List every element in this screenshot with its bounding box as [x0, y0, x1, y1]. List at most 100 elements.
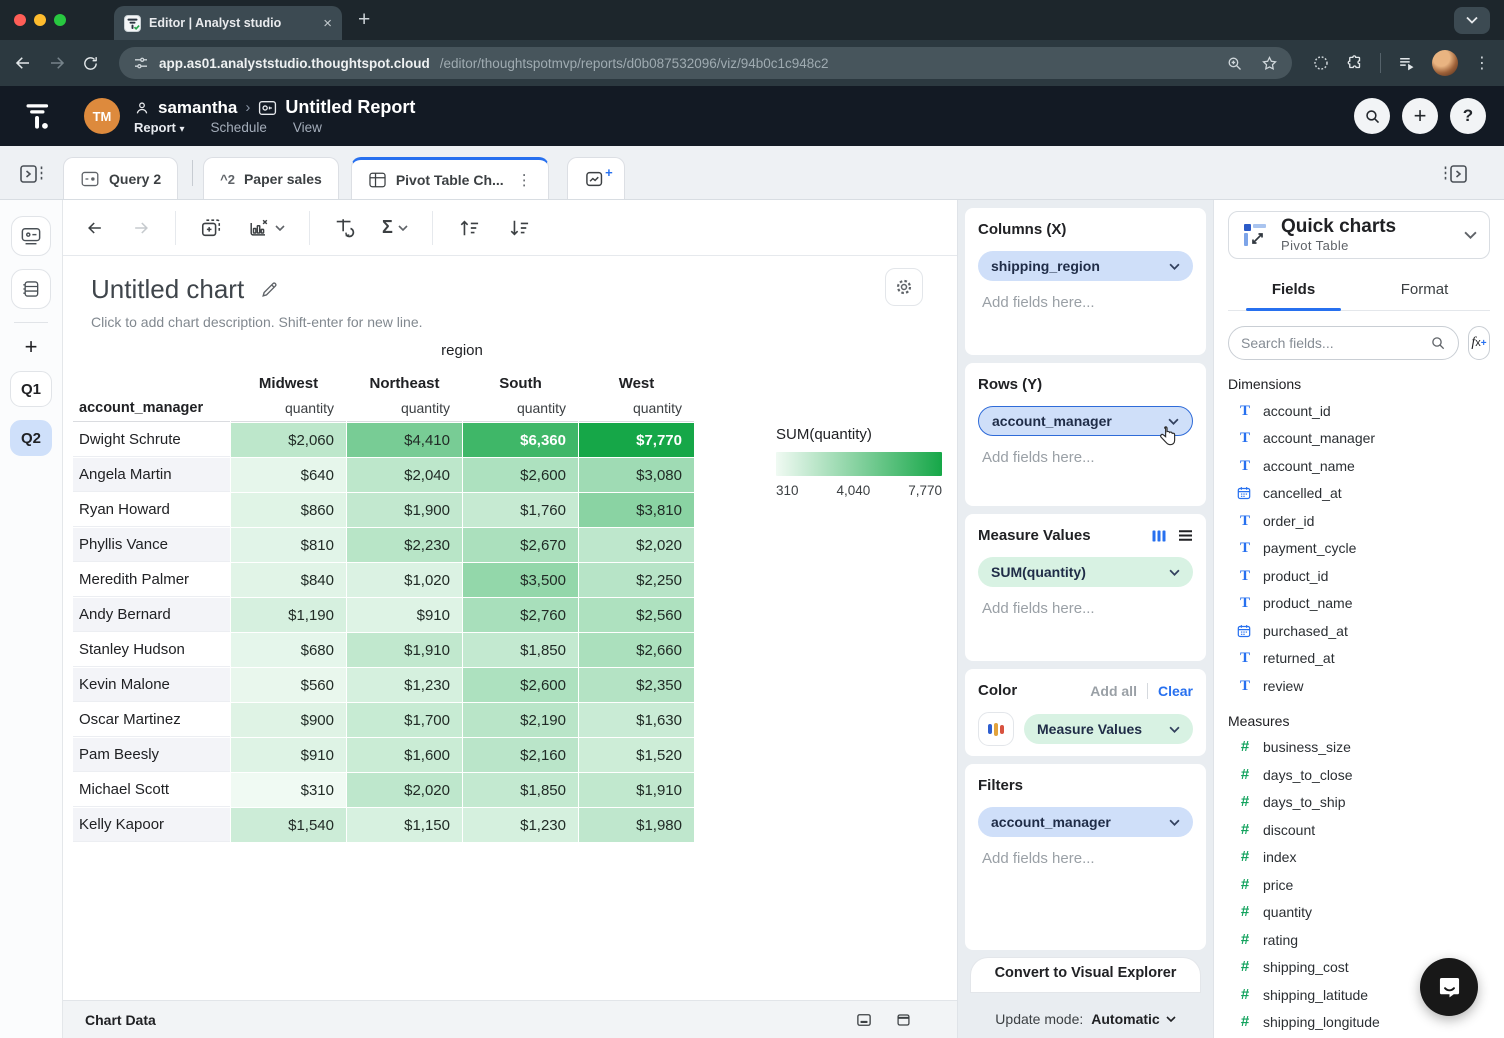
- chart-description-placeholder[interactable]: Click to add chart description. Shift-en…: [91, 314, 423, 330]
- pivot-value-cell[interactable]: $1,020: [347, 563, 462, 597]
- pivot-value-cell[interactable]: $900: [231, 703, 346, 737]
- extensions-puzzle-icon[interactable]: [1346, 54, 1364, 72]
- field-item-days_to_ship[interactable]: #days_to_ship: [1228, 789, 1490, 817]
- field-item-account_id[interactable]: Taccount_id: [1228, 397, 1490, 425]
- pivot-value-cell[interactable]: $1,600: [347, 738, 462, 772]
- doc-tab-pivot-table-ch-[interactable]: Pivot Table Ch...⋮: [351, 157, 549, 199]
- breadcrumb-report-title[interactable]: Untitled Report: [285, 97, 415, 118]
- close-tab-icon[interactable]: ×: [323, 15, 332, 32]
- pivot-value-cell[interactable]: $2,560: [579, 598, 694, 632]
- field-item-review[interactable]: Treview: [1228, 672, 1490, 700]
- pivot-value-cell[interactable]: $1,230: [463, 808, 578, 842]
- query-q1-button[interactable]: Q1: [10, 371, 52, 407]
- field-pill-account-manager[interactable]: account_manager: [978, 807, 1193, 837]
- field-item-quantity[interactable]: #quantity: [1228, 899, 1490, 927]
- pivot-row-label[interactable]: Ryan Howard: [73, 493, 230, 527]
- pivot-column-header[interactable]: Midwest: [231, 364, 346, 394]
- browser-back-button[interactable]: [14, 54, 32, 72]
- pivot-value-cell[interactable]: $2,190: [463, 703, 578, 737]
- sort-ascending-button[interactable]: [457, 218, 481, 238]
- add-formula-button[interactable]: fx+: [1468, 326, 1490, 360]
- pivot-value-cell[interactable]: $910: [231, 738, 346, 772]
- pivot-value-cell[interactable]: $560: [231, 668, 346, 702]
- pivot-row-label[interactable]: Meredith Palmer: [73, 563, 230, 597]
- browser-menu-icon[interactable]: ⋮: [1474, 53, 1490, 73]
- pivot-value-cell[interactable]: $3,500: [463, 563, 578, 597]
- query-q2-button[interactable]: Q2: [10, 420, 52, 456]
- url-bar[interactable]: app.as01.analyststudio.thoughtspot.cloud…: [119, 47, 1292, 79]
- field-item-rating[interactable]: #rating: [1228, 926, 1490, 954]
- bookmark-star-icon[interactable]: [1261, 55, 1278, 72]
- pivot-value-cell[interactable]: $2,250: [579, 563, 694, 597]
- thoughtspot-logo[interactable]: [22, 98, 58, 134]
- pivot-row-label[interactable]: Stanley Hudson: [73, 633, 230, 667]
- zoom-page-icon[interactable]: [1226, 55, 1243, 72]
- pivot-value-cell[interactable]: $2,760: [463, 598, 578, 632]
- pivot-value-cell[interactable]: $1,900: [347, 493, 462, 527]
- field-item-order_id[interactable]: Torder_id: [1228, 507, 1490, 535]
- pivot-row-label[interactable]: Kelly Kapoor: [73, 808, 230, 842]
- pivot-value-cell[interactable]: $1,910: [579, 773, 694, 807]
- pivot-value-cell[interactable]: $1,700: [347, 703, 462, 737]
- field-item-price[interactable]: #price: [1228, 871, 1490, 899]
- menu-report[interactable]: Report ▾: [134, 120, 185, 135]
- remove-chart-button[interactable]: [248, 217, 285, 239]
- tab-format[interactable]: Format: [1359, 271, 1490, 310]
- field-item-discount[interactable]: #discount: [1228, 816, 1490, 844]
- pivot-row-label[interactable]: Angela Martin: [73, 458, 230, 492]
- chat-support-button[interactable]: [1420, 958, 1478, 1016]
- pivot-value-cell[interactable]: $1,850: [463, 633, 578, 667]
- maximize-window-button[interactable]: [54, 14, 66, 26]
- browser-reload-button[interactable]: [82, 55, 99, 72]
- rows-add-fields-placeholder[interactable]: Add fields here...: [978, 449, 1193, 466]
- reading-list-icon[interactable]: [1397, 54, 1416, 73]
- close-window-button[interactable]: [14, 14, 26, 26]
- pivot-value-cell[interactable]: $810: [231, 528, 346, 562]
- tab-search-button[interactable]: [1454, 7, 1490, 34]
- browser-tab[interactable]: Editor | Analyst studio ×: [114, 6, 342, 40]
- maximize-panel-icon[interactable]: [896, 1013, 911, 1027]
- doc-tab-query-2[interactable]: Query 2: [63, 157, 178, 199]
- update-mode-select[interactable]: Automatic: [1091, 1011, 1175, 1027]
- menu-schedule[interactable]: Schedule: [211, 120, 267, 135]
- pivot-row-label[interactable]: Dwight Schrute: [73, 423, 230, 457]
- aggregate-button[interactable]: Σ: [382, 217, 408, 238]
- pivot-value-cell[interactable]: $2,350: [579, 668, 694, 702]
- pivot-value-cell[interactable]: $1,520: [579, 738, 694, 772]
- pivot-column-header[interactable]: South: [463, 364, 578, 394]
- pivot-value-cell[interactable]: $1,150: [347, 808, 462, 842]
- swap-axes-button[interactable]: [334, 217, 356, 239]
- color-add-all-button[interactable]: Add all: [1090, 683, 1137, 699]
- pivot-value-cell[interactable]: $2,020: [579, 528, 694, 562]
- field-item-payment_cycle[interactable]: Tpayment_cycle: [1228, 535, 1490, 563]
- pivot-value-cell[interactable]: $2,060: [231, 423, 346, 457]
- browser-forward-button[interactable]: [48, 54, 66, 72]
- field-item-business_size[interactable]: #business_size: [1228, 734, 1490, 762]
- tab-fields[interactable]: Fields: [1228, 271, 1359, 310]
- rows-layout-icon[interactable]: [1178, 529, 1193, 542]
- edit-title-pencil-icon[interactable]: [260, 280, 279, 299]
- pivot-value-cell[interactable]: $310: [231, 773, 346, 807]
- color-field-pill[interactable]: Measure Values: [1024, 714, 1193, 744]
- chart-settings-button[interactable]: [885, 268, 923, 306]
- pivot-value-cell[interactable]: $7,770: [579, 423, 694, 457]
- columns-layout-icon[interactable]: [1152, 529, 1166, 543]
- field-item-account_manager[interactable]: Taccount_manager: [1228, 425, 1490, 453]
- breadcrumb-user[interactable]: samantha: [158, 98, 237, 118]
- browser-profile-avatar[interactable]: [1432, 50, 1458, 76]
- chart-type-selector[interactable]: Quick charts Pivot Table: [1228, 211, 1490, 259]
- pivot-value-cell[interactable]: $2,020: [347, 773, 462, 807]
- pivot-value-cell[interactable]: $2,600: [463, 668, 578, 702]
- pivot-row-label[interactable]: Pam Beesly: [73, 738, 230, 772]
- undo-button[interactable]: [85, 218, 105, 238]
- new-tab-button[interactable]: +: [358, 8, 370, 32]
- pivot-value-cell[interactable]: $1,230: [347, 668, 462, 702]
- sort-descending-button[interactable]: [507, 218, 531, 238]
- color-palette-button[interactable]: [978, 712, 1014, 746]
- pivot-value-cell[interactable]: $2,660: [579, 633, 694, 667]
- data-sources-button[interactable]: [11, 269, 51, 309]
- pivot-value-cell[interactable]: $680: [231, 633, 346, 667]
- left-panel-toggle-button[interactable]: [0, 163, 63, 199]
- pivot-value-cell[interactable]: $4,410: [347, 423, 462, 457]
- pivot-value-cell[interactable]: $3,810: [579, 493, 694, 527]
